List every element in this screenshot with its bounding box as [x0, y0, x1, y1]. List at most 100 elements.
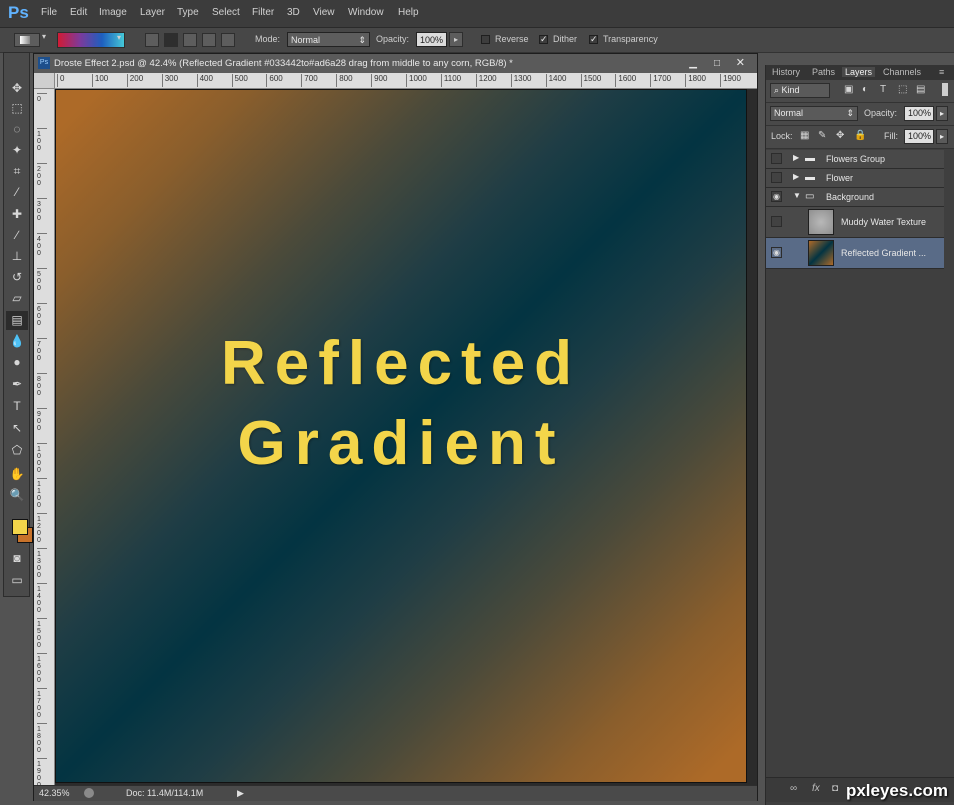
- history-brush-tool-icon[interactable]: ↺: [6, 268, 28, 287]
- expand-arrow-icon[interactable]: ▶: [793, 172, 799, 181]
- brush-tool-icon[interactable]: ∕: [6, 226, 28, 245]
- lock-transparent-icon[interactable]: ▦: [800, 130, 809, 141]
- link-layers-icon[interactable]: ∞: [790, 783, 797, 794]
- adjustment-filter-icon[interactable]: ◐: [862, 84, 868, 95]
- opacity-input[interactable]: 100%: [416, 32, 447, 47]
- angle-gradient-button[interactable]: [183, 33, 197, 47]
- clone-stamp-tool-icon[interactable]: ⊥: [6, 247, 28, 266]
- opacity-dropdown-icon[interactable]: ▸: [449, 32, 463, 47]
- lock-all-icon[interactable]: 🔒: [854, 130, 866, 141]
- radial-gradient-button[interactable]: [164, 33, 178, 47]
- filter-kind-select[interactable]: ⌕ Kind: [770, 83, 830, 98]
- panel-menu-icon[interactable]: ≡: [939, 67, 944, 77]
- foreground-color-swatch[interactable]: [12, 519, 28, 535]
- marquee-tool-icon[interactable]: ⬚: [6, 99, 28, 118]
- menu-window[interactable]: Window: [348, 7, 384, 18]
- menu-image[interactable]: Image: [99, 7, 127, 18]
- type-filter-icon[interactable]: T: [880, 84, 886, 95]
- tab-history[interactable]: History: [772, 67, 800, 77]
- dither-checkbox[interactable]: ✓: [539, 35, 548, 44]
- tool-preset-picker[interactable]: [14, 33, 40, 47]
- healing-brush-tool-icon[interactable]: ✚: [6, 205, 28, 224]
- vertical-ruler[interactable]: 0 1 0 0 2 0 0 3 0 0 4 0 0 5 0 0 6 0 0 7 0 0 8 0 …: [34, 73, 55, 789]
- eyedropper-tool-icon[interactable]: ⁄: [6, 183, 28, 202]
- ruler-origin[interactable]: [34, 73, 55, 89]
- eye-icon[interactable]: ◉: [771, 191, 782, 202]
- chevron-down-icon: ⇕: [358, 35, 366, 45]
- lasso-tool-icon[interactable]: ◌: [6, 120, 28, 139]
- linear-gradient-button[interactable]: [145, 33, 159, 47]
- layer-reflected-gradient[interactable]: ◉ Reflected Gradient ...: [766, 238, 944, 269]
- lock-position-icon[interactable]: ✥: [836, 130, 844, 141]
- dodge-tool-icon[interactable]: ●: [6, 353, 28, 372]
- menu-filter[interactable]: Filter: [252, 7, 274, 18]
- fill-input[interactable]: 100%: [904, 129, 934, 144]
- ruler-tick-label: 1 8 0 0: [37, 723, 47, 754]
- eye-icon[interactable]: ◉: [771, 247, 782, 258]
- pixel-filter-icon[interactable]: ▣: [844, 84, 853, 95]
- canvas-text-reflected: Reflected: [220, 329, 582, 398]
- tab-paths[interactable]: Paths: [812, 67, 835, 77]
- close-icon[interactable]: ✕: [736, 54, 745, 73]
- layer-opacity-arrow-icon[interactable]: ▸: [936, 106, 948, 121]
- visibility-toggle[interactable]: [771, 216, 782, 227]
- status-menu-arrow-icon[interactable]: ▶: [237, 786, 244, 801]
- transparency-checkbox[interactable]: ✓: [589, 35, 598, 44]
- blend-mode-select[interactable]: Normal ⇕: [770, 106, 858, 121]
- canvas-text-gradient: Gradient: [237, 409, 565, 478]
- shape-filter-icon[interactable]: ⬚: [898, 84, 907, 95]
- horizontal-ruler[interactable]: 0 100 200 300 400 500 600 700 800 900 1000 1100 1200…: [54, 73, 757, 89]
- layer-muddy-water-texture[interactable]: Muddy Water Texture: [766, 207, 944, 238]
- quick-mask-icon[interactable]: ◙: [6, 549, 28, 568]
- layer-opacity-input[interactable]: 100%: [904, 106, 934, 121]
- eraser-tool-icon[interactable]: ▱: [6, 289, 28, 308]
- move-tool-icon[interactable]: ✥: [6, 79, 28, 98]
- menu-edit[interactable]: Edit: [70, 7, 87, 18]
- expand-arrow-icon[interactable]: ▶: [793, 153, 799, 162]
- canvas[interactable]: Reflected Gradient: [56, 90, 746, 782]
- zoom-level[interactable]: 42.35%: [39, 786, 70, 801]
- fill-arrow-icon[interactable]: ▸: [936, 129, 948, 144]
- path-selection-tool-icon[interactable]: ↖: [6, 419, 28, 438]
- menu-3d[interactable]: 3D: [287, 7, 300, 18]
- menu-type[interactable]: Type: [177, 7, 199, 18]
- reflected-gradient-button[interactable]: [202, 33, 216, 47]
- visibility-toggle[interactable]: [771, 172, 782, 183]
- type-tool-icon[interactable]: T: [6, 397, 28, 416]
- pen-tool-icon[interactable]: ✒: [6, 375, 28, 394]
- menu-help[interactable]: Help: [398, 7, 419, 18]
- maximize-icon[interactable]: □: [714, 54, 720, 73]
- lock-image-icon[interactable]: ✎: [818, 130, 826, 141]
- shape-tool-icon[interactable]: ⬠: [6, 441, 28, 460]
- minimize-icon[interactable]: ▁: [689, 54, 697, 73]
- screen-mode-icon[interactable]: ▭: [6, 571, 28, 590]
- diamond-gradient-button[interactable]: [221, 33, 235, 47]
- crop-tool-icon[interactable]: ⌗: [6, 162, 28, 181]
- blur-tool-icon[interactable]: 💧: [6, 332, 28, 351]
- layer-flowers-group[interactable]: ▶ ▬ Flowers Group: [766, 150, 944, 169]
- reverse-checkbox[interactable]: [481, 35, 490, 44]
- menu-select[interactable]: Select: [212, 7, 240, 18]
- mode-select[interactable]: Normal ⇕: [287, 32, 370, 47]
- gradient-picker[interactable]: [57, 32, 125, 48]
- layer-background[interactable]: ◉ ▼ ▭ Background: [766, 188, 944, 207]
- menu-view[interactable]: View: [313, 7, 335, 18]
- collapse-arrow-icon[interactable]: ▼: [793, 191, 801, 200]
- add-mask-icon[interactable]: ◘: [832, 783, 838, 794]
- magic-wand-tool-icon[interactable]: ✦: [6, 141, 28, 160]
- tab-channels[interactable]: Channels: [883, 67, 921, 77]
- zoom-tool-icon[interactable]: 🔍: [6, 486, 28, 505]
- filter-toggle[interactable]: [942, 83, 948, 96]
- menu-file[interactable]: File: [41, 7, 57, 18]
- gradient-dropdown-icon[interactable]: ▾: [117, 33, 121, 42]
- status-info-icon[interactable]: [84, 788, 94, 798]
- tab-layers[interactable]: Layers: [842, 67, 876, 77]
- layer-flower[interactable]: ▶ ▬ Flower: [766, 169, 944, 188]
- hand-tool-icon[interactable]: ✋: [6, 465, 28, 484]
- fx-icon[interactable]: fx: [812, 783, 820, 794]
- visibility-toggle[interactable]: [771, 153, 782, 164]
- smart-object-filter-icon[interactable]: ▤: [916, 84, 925, 95]
- document-tab[interactable]: Ps Droste Effect 2.psd @ 42.4% (Reflected…: [34, 54, 757, 73]
- menu-layer[interactable]: Layer: [140, 7, 165, 18]
- gradient-tool-icon[interactable]: ▤: [6, 311, 28, 330]
